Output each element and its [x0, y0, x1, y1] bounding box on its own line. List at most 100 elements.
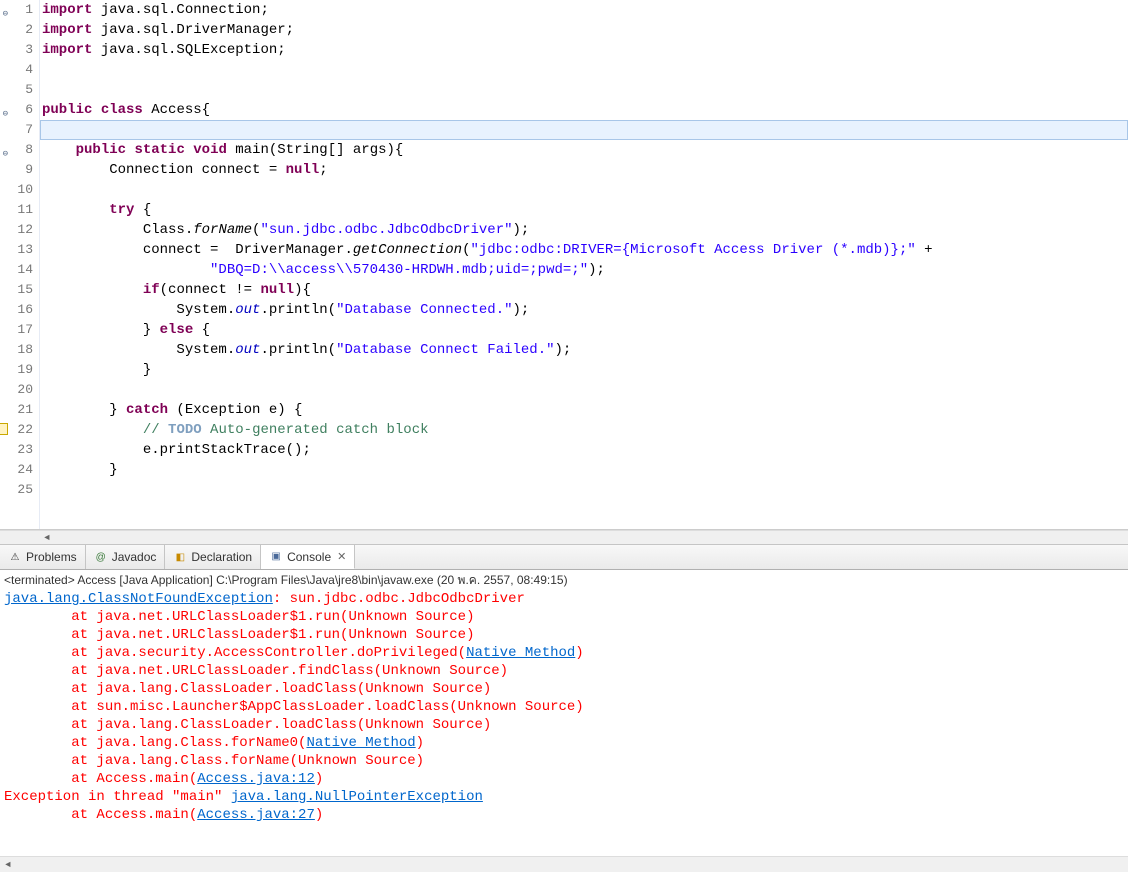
line-number: 18 [0, 340, 33, 360]
line-number: 17 [0, 320, 33, 340]
line-number: 16 [0, 300, 33, 320]
code-line[interactable]: } [40, 460, 1128, 480]
line-number: 23 [0, 440, 33, 460]
console-text: at java.lang.Class.forName0( [4, 735, 306, 751]
code-line[interactable]: import java.sql.SQLException; [40, 40, 1128, 60]
code-line[interactable]: System.out.println("Database Connected."… [40, 300, 1128, 320]
line-number: 5 [0, 80, 33, 100]
line-number: 22 [0, 420, 33, 440]
editor-horizontal-scrollbar[interactable]: ◄ [0, 530, 1128, 544]
tab-label: Javadoc [112, 550, 157, 564]
line-number: 6⊖ [0, 100, 33, 120]
line-number: 21 [0, 400, 33, 420]
code-line[interactable]: } [40, 360, 1128, 380]
console-line: at java.net.URLClassLoader$1.run(Unknown… [4, 626, 1128, 644]
console-text: at java.net.URLClassLoader$1.run(Unknown… [4, 627, 474, 643]
warning-icon [0, 423, 8, 435]
tab-label: Declaration [191, 550, 252, 564]
console-text: at java.lang.Class.forName(Unknown Sourc… [4, 753, 424, 769]
code-line[interactable]: System.out.println("Database Connect Fai… [40, 340, 1128, 360]
stacktrace-link[interactable]: java.lang.ClassNotFoundException [4, 591, 273, 607]
code-line[interactable] [40, 60, 1128, 80]
console-text: Exception in thread "main" [4, 789, 231, 805]
code-line[interactable]: connect = DriverManager.getConnection("j… [40, 240, 1128, 260]
line-number: 12 [0, 220, 33, 240]
console-line: at sun.misc.Launcher$AppClassLoader.load… [4, 698, 1128, 716]
console-line: at java.lang.Class.forName(Unknown Sourc… [4, 752, 1128, 770]
fold-toggle-icon[interactable]: ⊖ [0, 144, 8, 154]
tab-declaration[interactable]: ◧ Declaration [165, 545, 261, 569]
scroll-left-icon[interactable]: ◄ [0, 858, 16, 872]
console-horizontal-scrollbar[interactable]: ◄ [0, 856, 1128, 872]
code-line[interactable] [40, 180, 1128, 200]
console-line: at java.security.AccessController.doPriv… [4, 644, 1128, 662]
line-number: 24 [0, 460, 33, 480]
fold-toggle-icon[interactable]: ⊖ [0, 104, 8, 114]
console-line: at java.lang.ClassLoader.loadClass(Unkno… [4, 680, 1128, 698]
line-number: 19 [0, 360, 33, 380]
console-line: at java.net.URLClassLoader$1.run(Unknown… [4, 608, 1128, 626]
console-text: : sun.jdbc.odbc.JdbcOdbcDriver [273, 591, 525, 607]
line-number: 11 [0, 200, 33, 220]
code-line[interactable] [40, 380, 1128, 400]
code-editor[interactable]: import java.sql.Connection;import java.s… [40, 0, 1128, 529]
console-line: at java.lang.ClassLoader.loadClass(Unkno… [4, 716, 1128, 734]
code-line[interactable] [40, 480, 1128, 500]
console-line: java.lang.ClassNotFoundException: sun.jd… [4, 590, 1128, 608]
code-line[interactable]: } catch (Exception e) { [40, 400, 1128, 420]
stacktrace-link[interactable]: Native Method [306, 735, 415, 751]
console-text: at java.lang.ClassLoader.loadClass(Unkno… [4, 681, 491, 697]
line-number: 14 [0, 260, 33, 280]
close-icon[interactable]: ✕ [337, 550, 346, 563]
code-line[interactable]: import java.sql.DriverManager; [40, 20, 1128, 40]
javadoc-icon: @ [94, 550, 108, 564]
line-number: 3 [0, 40, 33, 60]
code-line[interactable]: public class Access{ [40, 100, 1128, 120]
console-status-text: <terminated> Access [Java Application] C… [4, 571, 568, 590]
console-line: at java.net.URLClassLoader.findClass(Unk… [4, 662, 1128, 680]
code-line[interactable]: Class.forName("sun.jdbc.odbc.JdbcOdbcDri… [40, 220, 1128, 240]
scroll-left-icon[interactable]: ◄ [40, 532, 54, 544]
console-line: at java.lang.Class.forName0(Native Metho… [4, 734, 1128, 752]
declaration-icon: ◧ [173, 550, 187, 564]
console-status-line: <terminated> Access [Java Application] C… [0, 570, 1128, 590]
line-number: 7 [0, 120, 33, 140]
console-line: at Access.main(Access.java:27) [4, 806, 1128, 824]
tab-label: Console [287, 550, 331, 564]
code-line[interactable]: } else { [40, 320, 1128, 340]
line-number: 9 [0, 160, 33, 180]
tab-javadoc[interactable]: @ Javadoc [86, 545, 166, 569]
tab-problems[interactable]: ⚠ Problems [0, 545, 86, 569]
console-text: ) [416, 735, 424, 751]
console-text: at java.security.AccessController.doPriv… [4, 645, 466, 661]
code-line[interactable]: import java.sql.Connection; [40, 0, 1128, 20]
line-number: 15 [0, 280, 33, 300]
code-line[interactable] [40, 120, 1128, 140]
stacktrace-link[interactable]: java.lang.NullPointerException [231, 789, 483, 805]
code-line[interactable] [40, 80, 1128, 100]
line-number: 2 [0, 20, 33, 40]
stacktrace-link[interactable]: Access.java:27 [197, 807, 315, 823]
tab-console[interactable]: ▣ Console ✕ [261, 545, 355, 569]
code-line[interactable]: e.printStackTrace(); [40, 440, 1128, 460]
code-line[interactable]: Connection connect = null; [40, 160, 1128, 180]
console-text: at java.net.URLClassLoader$1.run(Unknown… [4, 609, 474, 625]
console-text: at Access.main( [4, 771, 197, 787]
line-number: 4 [0, 60, 33, 80]
console-line: at Access.main(Access.java:12) [4, 770, 1128, 788]
stacktrace-link[interactable]: Access.java:12 [197, 771, 315, 787]
code-line[interactable]: "DBQ=D:\\access\\570430-HRDWH.mdb;uid=;p… [40, 260, 1128, 280]
stacktrace-link[interactable]: Native Method [466, 645, 575, 661]
console-output[interactable]: java.lang.ClassNotFoundException: sun.jd… [0, 590, 1128, 856]
code-line[interactable]: try { [40, 200, 1128, 220]
line-number: 8⊖ [0, 140, 33, 160]
line-number-gutter: 1⊖23456⊖78⊖91011121314151617181920212223… [0, 0, 40, 529]
console-line: Exception in thread "main" java.lang.Nul… [4, 788, 1128, 806]
code-line[interactable]: public static void main(String[] args){ [40, 140, 1128, 160]
fold-toggle-icon[interactable]: ⊖ [0, 4, 8, 14]
editor-area: 1⊖23456⊖78⊖91011121314151617181920212223… [0, 0, 1128, 530]
code-line[interactable]: if(connect != null){ [40, 280, 1128, 300]
console-text: at java.lang.ClassLoader.loadClass(Unkno… [4, 717, 491, 733]
code-line[interactable]: // TODO Auto-generated catch block [40, 420, 1128, 440]
tab-label: Problems [26, 550, 77, 564]
